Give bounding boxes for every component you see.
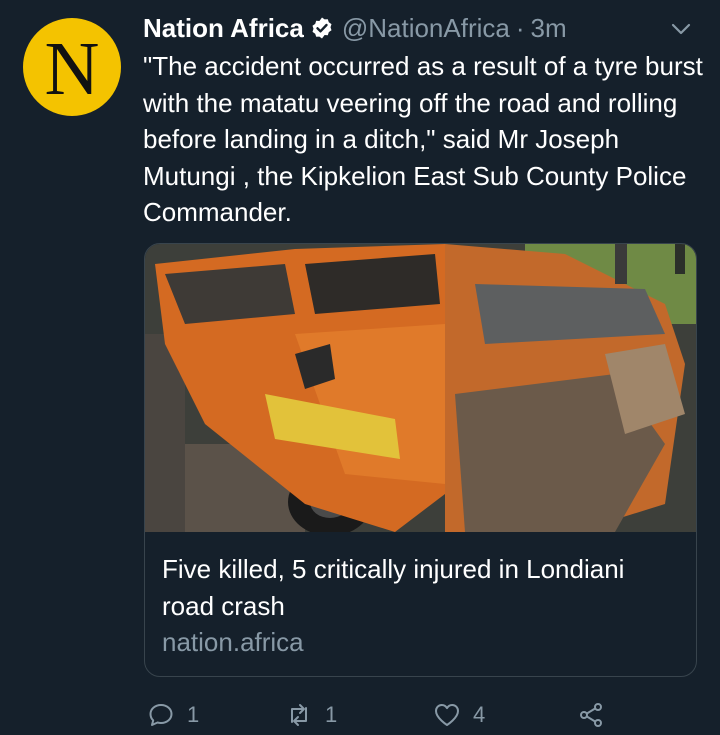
display-name[interactable]: Nation Africa — [143, 13, 304, 44]
timestamp[interactable]: 3m — [531, 13, 567, 44]
reply-button[interactable]: 1 — [147, 697, 199, 733]
like-button[interactable]: 4 — [433, 697, 485, 733]
card-title: Five killed, 5 critically injured in Lon… — [162, 554, 625, 621]
retweet-button[interactable]: 1 — [285, 697, 337, 733]
heart-icon — [435, 704, 459, 726]
avatar[interactable]: N — [23, 18, 121, 116]
like-count: 4 — [473, 702, 486, 727]
handle[interactable]: @NationAfrica — [342, 13, 510, 44]
card-domain: nation.africa — [162, 627, 304, 657]
tweet-header: Nation Africa @NationAfrica · 3m — [143, 10, 567, 46]
retweet-count: 1 — [325, 702, 338, 727]
crashed-matatu-photo[interactable] — [145, 244, 697, 532]
tweet-text: "The accident occurred as a result of a … — [143, 51, 703, 227]
separator-dot: · — [515, 12, 525, 43]
reply-icon — [149, 704, 173, 726]
reply-count: 1 — [187, 702, 200, 727]
retweet-icon — [291, 704, 307, 726]
share-icon — [580, 703, 602, 727]
verified-badge-icon — [312, 17, 332, 39]
avatar-logo-letter: N — [44, 27, 100, 111]
action-bar: 1 1 4 — [143, 697, 703, 733]
share-button[interactable] — [577, 697, 605, 733]
chevron-down-icon[interactable] — [666, 14, 696, 44]
tweet[interactable]: N Nation Africa @NationAfrica · 3m "The … — [0, 0, 720, 735]
link-card[interactable]: Five killed, 5 critically injured in Lon… — [144, 243, 697, 677]
